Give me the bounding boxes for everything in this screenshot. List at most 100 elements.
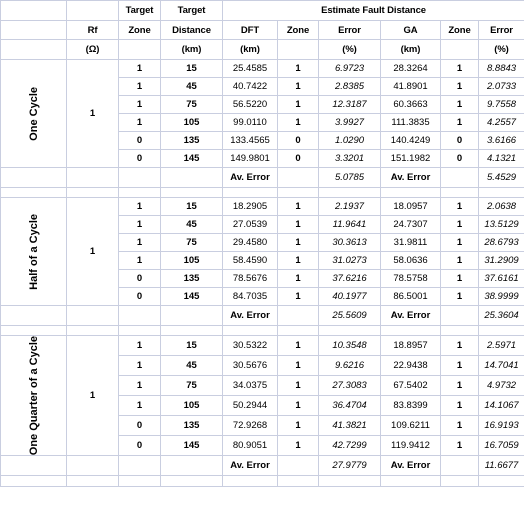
target-zone-cell: 1 — [118, 215, 161, 234]
dft-distance-cell: 58.4590 — [222, 251, 278, 270]
ga-distance-cell: 58.0636 — [380, 251, 441, 270]
header-dft: DFT — [222, 20, 278, 40]
ga-av-error-value: 11.6677 — [477, 455, 524, 477]
dft-distance-cell: 78.5676 — [222, 269, 278, 288]
header-target-zone-unit-blank — [118, 39, 161, 60]
ga-av-error-zone-blank — [440, 455, 479, 477]
av-error-pad-zone — [118, 167, 161, 188]
header-row-3: (Ω) (km) (km) (%) (km) (%) — [0, 39, 524, 60]
header-target-zone-line2: Zone — [118, 20, 161, 40]
dft-zone-cell: 1 — [277, 415, 319, 437]
spacer-cell — [66, 325, 119, 336]
av-error-pad-rf — [66, 305, 119, 326]
spacer-cell — [160, 187, 223, 198]
dft-distance-cell: 40.7422 — [222, 77, 278, 96]
spacer-cell — [277, 475, 319, 488]
dft-av-error-label: Av. Error — [222, 167, 278, 188]
ga-distance-cell: 67.5402 — [380, 375, 441, 397]
dft-zone-cell: 1 — [277, 269, 319, 288]
ga-distance-cell: 119.9412 — [380, 435, 441, 457]
target-zone-cell: 0 — [118, 435, 161, 457]
dft-distance-cell: 72.9268 — [222, 415, 278, 437]
dft-distance-cell: 29.4580 — [222, 233, 278, 252]
ga-zone-cell: 1 — [440, 215, 479, 234]
spacer-cell — [318, 475, 381, 488]
ga-zone-cell: 0 — [440, 149, 479, 168]
header-estimate-fault-distance: Estimate Fault Distance — [221, 0, 524, 21]
target-zone-cell: 1 — [118, 95, 161, 114]
dft-error-cell: 40.1977 — [318, 287, 381, 306]
ga-distance-cell: 151.1982 — [380, 149, 441, 168]
ga-zone-cell: 1 — [440, 77, 479, 96]
ga-distance-cell: 111.3835 — [380, 113, 441, 132]
target-distance-cell: 145 — [160, 435, 223, 457]
ga-error-cell: 8.8843 — [477, 59, 524, 78]
ga-error-cell: 31.2909 — [477, 251, 524, 270]
ga-zone-cell: 1 — [440, 355, 479, 377]
dft-zone-cell: 1 — [277, 59, 319, 78]
spacer-cell — [160, 475, 223, 488]
ga-error-cell: 16.7059 — [477, 435, 524, 457]
target-distance-cell: 135 — [160, 131, 223, 150]
av-error-pad-label — [0, 167, 67, 188]
dft-zone-cell: 1 — [277, 113, 319, 132]
dft-distance-cell: 18.2905 — [222, 197, 278, 216]
target-zone-cell: 0 — [118, 131, 161, 150]
ga-av-error-value: 5.4529 — [477, 167, 524, 188]
spacer-cell — [380, 325, 441, 336]
ga-distance-cell: 31.9811 — [380, 233, 441, 252]
ga-error-cell: 4.9732 — [477, 375, 524, 397]
target-zone-cell: 1 — [118, 334, 161, 357]
header-ga-unit: (km) — [380, 39, 441, 60]
header-row-2: Rf Zone Distance DFT Zone Error GA Zone Error — [0, 20, 524, 40]
ga-distance-cell: 60.3663 — [380, 95, 441, 114]
target-distance-cell: 45 — [160, 77, 223, 96]
section-label-text: One Quarter of a Cycle — [27, 336, 40, 456]
dft-zone-cell: 1 — [277, 251, 319, 270]
dft-distance-cell: 27.0539 — [222, 215, 278, 234]
dft-av-error-value: 27.9779 — [318, 455, 381, 477]
dft-av-error-zone-blank — [277, 455, 319, 477]
ga-distance-cell: 22.9438 — [380, 355, 441, 377]
dft-error-cell: 42.7299 — [318, 435, 381, 457]
dft-av-error-value: 5.0785 — [318, 167, 381, 188]
ga-distance-cell: 41.8901 — [380, 77, 441, 96]
header-rf: Rf — [66, 20, 119, 40]
dft-error-cell: 12.3187 — [318, 95, 381, 114]
target-zone-cell: 1 — [118, 355, 161, 377]
ga-zone-cell: 1 — [440, 95, 479, 114]
dft-error-cell: 1.0290 — [318, 131, 381, 150]
target-zone-cell: 0 — [118, 149, 161, 168]
dft-error-cell: 2.8385 — [318, 77, 381, 96]
ga-distance-cell: 24.7307 — [380, 215, 441, 234]
dft-error-cell: 37.6216 — [318, 269, 381, 288]
ga-av-error-label: Av. Error — [380, 455, 441, 477]
header-target-distance-line2: Distance — [160, 20, 223, 40]
ga-av-error-value: 25.3604 — [477, 305, 524, 326]
av-error-pad-zone — [118, 305, 161, 326]
av-error-pad-label — [0, 305, 67, 326]
target-distance-cell: 145 — [160, 149, 223, 168]
target-distance-cell: 135 — [160, 415, 223, 437]
section-label-2: One Quarter of a Cycle — [0, 334, 67, 457]
target-distance-cell: 145 — [160, 287, 223, 306]
target-distance-cell: 15 — [160, 197, 223, 216]
section-spacer-row — [0, 187, 524, 198]
dft-distance-cell: 80.9051 — [222, 435, 278, 457]
ga-zone-cell: 1 — [440, 233, 479, 252]
dft-error-cell: 3.3201 — [318, 149, 381, 168]
target-zone-cell: 0 — [118, 269, 161, 288]
ga-zone-cell: 1 — [440, 197, 479, 216]
section-label-text: Half of a Cycle — [27, 213, 40, 290]
dft-distance-cell: 30.5676 — [222, 355, 278, 377]
header-ga: GA — [380, 20, 441, 40]
dft-zone-cell: 1 — [277, 233, 319, 252]
ga-distance-cell: 140.4249 — [380, 131, 441, 150]
header-rf-blank — [66, 0, 119, 21]
dft-distance-cell: 25.4585 — [222, 59, 278, 78]
dft-distance-cell: 56.5220 — [222, 95, 278, 114]
ga-zone-cell: 1 — [440, 375, 479, 397]
dft-distance-cell: 34.0375 — [222, 375, 278, 397]
target-zone-cell: 1 — [118, 113, 161, 132]
header-spacer — [0, 0, 67, 21]
